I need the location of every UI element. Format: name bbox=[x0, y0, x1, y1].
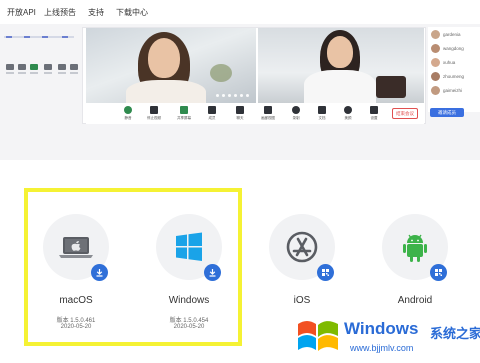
nav-item-release-preview[interactable]: 上线预告 bbox=[44, 7, 76, 18]
participants-panel: gardenia wangdong xuhua zhoumeng gaimeiz… bbox=[428, 27, 480, 112]
mini-toolbar bbox=[4, 64, 82, 78]
participant-item[interactable]: gardenia bbox=[431, 29, 480, 41]
avatar bbox=[431, 58, 440, 67]
platform-date: 2020-05-20 bbox=[60, 324, 92, 330]
participant-item[interactable]: xuhua bbox=[431, 57, 480, 69]
platform-name: macOS bbox=[59, 295, 93, 306]
avatar bbox=[431, 44, 440, 53]
avatar bbox=[431, 30, 440, 39]
document-button[interactable]: 文档 bbox=[314, 106, 330, 124]
participant-item[interactable]: gaimeizhi bbox=[431, 85, 480, 97]
mini-share-icon bbox=[30, 64, 38, 70]
top-nav: 开放API 上线预告 支持 下载中心 bbox=[0, 0, 480, 24]
download-icon bbox=[96, 269, 103, 277]
video-icon bbox=[150, 106, 158, 114]
watermark-title: Windows bbox=[344, 319, 419, 338]
watermark-subtitle: 系统之家 bbox=[430, 326, 480, 341]
nav-item-download-center[interactable]: 下载中心 bbox=[116, 7, 148, 18]
mute-button[interactable]: 静音 bbox=[120, 106, 136, 124]
invite-members-button[interactable]: 邀请成员 bbox=[430, 108, 464, 117]
mini-chat-icon bbox=[58, 64, 66, 70]
video-call-window: 静音 停止视频 共享屏幕 成员 聊天 画廊视图 录制 文档 美颜 设置 结束会议 bbox=[82, 27, 426, 124]
record-button[interactable]: 录制 bbox=[288, 106, 304, 124]
video-tile-2 bbox=[258, 28, 424, 103]
download-icon bbox=[209, 269, 216, 277]
gallery-view-button[interactable]: 画廊视图 bbox=[260, 106, 276, 124]
platform-card-windows[interactable]: Windows 版本 1.5.0.454 2020-05-20 bbox=[151, 214, 227, 354]
participant-item[interactable]: wangdong bbox=[431, 43, 480, 55]
mini-members-icon bbox=[44, 64, 52, 70]
participant-item[interactable]: zhoumeng bbox=[431, 71, 480, 83]
download-button[interactable] bbox=[204, 264, 221, 281]
platform-name: Android bbox=[397, 295, 433, 306]
watermark-url: www.bjjmlv.com bbox=[350, 343, 414, 353]
mini-progress-line bbox=[4, 36, 74, 38]
members-icon bbox=[208, 106, 216, 114]
download-button[interactable] bbox=[91, 264, 108, 281]
mic-icon bbox=[124, 106, 132, 114]
qr-code-button[interactable] bbox=[430, 264, 447, 281]
beauty-icon bbox=[344, 106, 352, 114]
video-tile-1 bbox=[86, 28, 256, 103]
windows-flag-logo bbox=[298, 321, 338, 351]
platform-name: Windows bbox=[168, 295, 210, 306]
avatar bbox=[431, 86, 440, 95]
platform-date: 2020-05-20 bbox=[173, 324, 205, 330]
members-button[interactable]: 成员 bbox=[204, 106, 220, 124]
meeting-toolbar: 静音 停止视频 共享屏幕 成员 聊天 画廊视图 录制 文档 美颜 设置 结束会议 bbox=[86, 104, 424, 124]
mini-video-icon bbox=[18, 64, 26, 70]
windows-watermark: Windows 系统之家 www.bjjmlv.com bbox=[290, 312, 480, 363]
avatar bbox=[431, 72, 440, 81]
screen-share-icon bbox=[180, 106, 188, 114]
mini-mic-icon bbox=[6, 64, 14, 70]
beauty-button[interactable]: 美颜 bbox=[340, 106, 356, 124]
gallery-icon bbox=[264, 106, 272, 114]
nav-item-support[interactable]: 支持 bbox=[88, 7, 104, 18]
chat-button[interactable]: 聊天 bbox=[232, 106, 248, 124]
doc-icon bbox=[318, 106, 326, 114]
platform-card-macos[interactable]: macOS 版本 1.5.0.461 2020-05-20 bbox=[38, 214, 114, 354]
settings-icon bbox=[370, 106, 378, 114]
qr-code-button[interactable] bbox=[317, 264, 334, 281]
record-icon bbox=[292, 106, 300, 114]
platform-name: iOS bbox=[293, 295, 311, 306]
settings-button[interactable]: 设置 bbox=[366, 106, 382, 124]
nav-item-open-api[interactable]: 开放API bbox=[7, 7, 36, 18]
platform-version: 版本 1.5.0.454 bbox=[169, 318, 209, 324]
end-meeting-button[interactable]: 结束会议 bbox=[392, 108, 418, 119]
share-screen-button[interactable]: 共享屏幕 bbox=[176, 106, 192, 124]
mini-control-panel bbox=[0, 30, 82, 90]
stop-video-button[interactable]: 停止视频 bbox=[146, 106, 162, 124]
video-indicator-dots bbox=[216, 94, 256, 97]
qr-code-icon bbox=[435, 269, 442, 276]
chat-icon bbox=[236, 106, 244, 114]
mini-settings-icon bbox=[70, 64, 78, 70]
platform-version: 版本 1.5.0.461 bbox=[56, 318, 96, 324]
qr-code-icon bbox=[322, 269, 329, 276]
